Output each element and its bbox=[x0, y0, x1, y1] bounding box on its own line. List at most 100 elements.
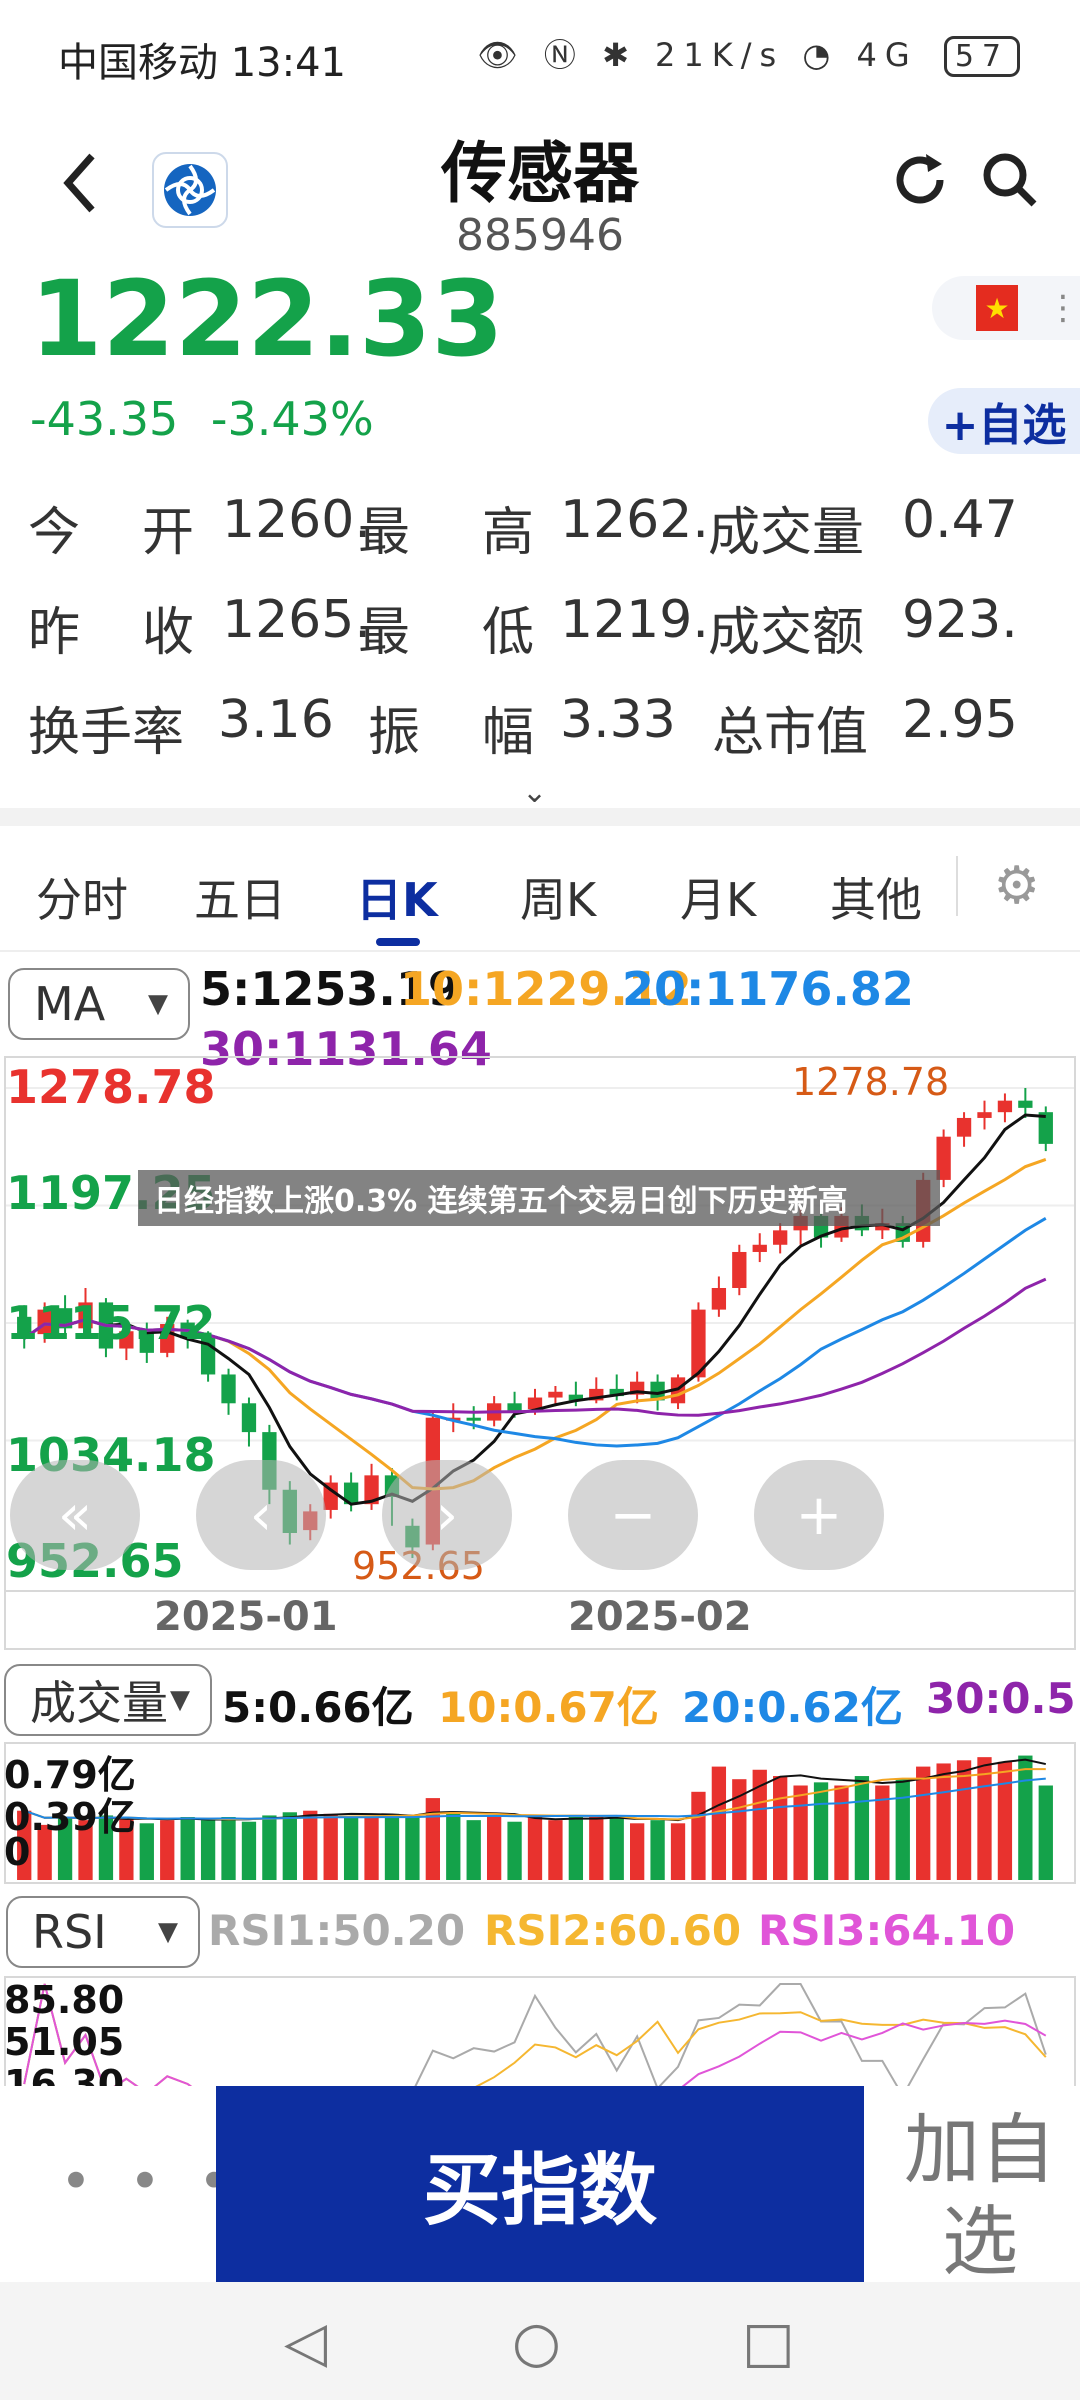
scroll-right-icon[interactable]: › bbox=[382, 1460, 512, 1570]
volume-bar bbox=[773, 1776, 788, 1880]
battery-icon: 57 bbox=[943, 36, 1020, 77]
vol10-label: 10:0.67亿 bbox=[438, 1683, 659, 1732]
news-banner[interactable]: 日经指数上涨0.3% 连续第五个交易日创下历史新高 bbox=[138, 1170, 940, 1226]
more-options-icon[interactable]: • • • bbox=[60, 2150, 240, 2213]
date-label: 2025-02 bbox=[568, 1594, 752, 1640]
system-nav-bar: ◁ ○ □ bbox=[0, 2282, 1080, 2400]
buy-index-button[interactable]: 买指数 bbox=[216, 2086, 864, 2282]
stat-value: 3.33 bbox=[560, 690, 676, 750]
tab-daily-k[interactable]: 日K bbox=[356, 864, 438, 930]
volume-bar bbox=[241, 1821, 257, 1880]
volume-bar bbox=[160, 1820, 175, 1880]
candle-body bbox=[752, 1244, 767, 1252]
add-watchlist-button[interactable]: +自选 bbox=[928, 388, 1080, 454]
volume-bar bbox=[936, 1763, 951, 1880]
stat-label: 总市值 bbox=[712, 703, 869, 763]
status-icons: 👁 Ⓝ ✱ 21K/s ◔ 4G 57 bbox=[477, 30, 1020, 77]
rsi-selector[interactable]: RSI ▼ bbox=[6, 1896, 200, 1968]
volume-bar bbox=[650, 1820, 665, 1880]
rsi1-label: RSI1:50.20 bbox=[208, 1906, 466, 1955]
stat-label: 收 bbox=[142, 603, 195, 663]
volume-selector[interactable]: 成交量 ▼ bbox=[4, 1664, 212, 1736]
volume-bar bbox=[180, 1817, 195, 1880]
volume-bar bbox=[793, 1785, 808, 1880]
rsi-selector-label: RSI bbox=[32, 1905, 107, 1959]
add-to-watchlist-button[interactable]: 加自选 bbox=[880, 2104, 1080, 2288]
volume-bar bbox=[997, 1761, 1013, 1880]
current-price: 1222.33 bbox=[30, 258, 504, 380]
rsi-panel[interactable] bbox=[4, 1976, 1076, 2086]
ma-selector[interactable]: MA ▼ bbox=[8, 968, 190, 1040]
stat-label: 昨 bbox=[28, 603, 81, 663]
zoom-in-icon[interactable]: + bbox=[754, 1460, 884, 1570]
active-tab-indicator bbox=[376, 938, 420, 946]
tab-five-day[interactable]: 五日 bbox=[194, 864, 286, 930]
candle-body bbox=[773, 1230, 788, 1245]
stat-label: 成交量 bbox=[708, 503, 865, 563]
date-axis: 2025-01 2025-02 bbox=[4, 1592, 1076, 1650]
high-price-marker: 1278.78 bbox=[792, 1060, 950, 1104]
rsi-axis-top: 85.80 bbox=[4, 1978, 125, 2022]
search-icon[interactable] bbox=[980, 150, 1040, 225]
tab-other[interactable]: 其他 bbox=[830, 864, 922, 930]
stat-value: 1260. bbox=[222, 490, 371, 550]
nav-home-icon[interactable]: ○ bbox=[512, 2310, 561, 2375]
price-axis-top: 1278.78 bbox=[6, 1060, 216, 1114]
volume-chart bbox=[17, 1755, 1053, 1880]
tab-monthly-k[interactable]: 月K bbox=[680, 864, 756, 930]
candle-body bbox=[977, 1112, 992, 1118]
candle-body bbox=[1018, 1100, 1033, 1108]
scroll-left-fast-icon[interactable]: « bbox=[10, 1460, 140, 1570]
tab-intraday[interactable]: 分时 bbox=[36, 864, 128, 930]
volume-ma10-line bbox=[23, 1768, 1046, 1821]
change-percent: -3.43% bbox=[210, 392, 374, 446]
tab-divider bbox=[956, 856, 958, 916]
rsi12-line bbox=[23, 1983, 1047, 2086]
more-vertical-icon[interactable]: ⋮ bbox=[1046, 288, 1080, 328]
stat-label: 高 bbox=[482, 503, 535, 563]
volume-bar bbox=[507, 1821, 522, 1880]
status-icon-group: 👁 Ⓝ ✱ 21K/s ◔ 4G bbox=[477, 36, 918, 74]
volume-bar bbox=[221, 1817, 236, 1880]
volume-bar bbox=[691, 1791, 706, 1880]
volume-bar bbox=[711, 1766, 727, 1880]
volume-bar bbox=[262, 1815, 277, 1880]
volume-bar bbox=[282, 1812, 297, 1880]
market-flag-box[interactable]: ★ ⋮ bbox=[932, 276, 1080, 340]
volume-bar bbox=[916, 1766, 931, 1880]
volume-selector-label: 成交量 bbox=[30, 1676, 168, 1730]
ma-selector-label: MA bbox=[34, 977, 106, 1031]
stat-label: 低 bbox=[482, 603, 535, 663]
tab-weekly-k[interactable]: 周K bbox=[520, 864, 596, 930]
volume-axis-bottom: 0 bbox=[4, 1830, 31, 1874]
stat-value: 923. bbox=[902, 590, 1018, 650]
rsi-axis-bottom: 16.30 bbox=[4, 2062, 125, 2086]
rsi-chart bbox=[23, 1983, 1047, 2086]
volume-bar bbox=[813, 1782, 829, 1880]
candle-body bbox=[732, 1251, 747, 1289]
ma20-label: 20:1176.82 bbox=[622, 962, 914, 1016]
scroll-left-icon[interactable]: ‹ bbox=[196, 1460, 326, 1570]
zoom-out-icon[interactable]: − bbox=[568, 1460, 698, 1570]
nav-recents-icon[interactable]: □ bbox=[742, 2310, 795, 2375]
rsi6-line bbox=[23, 1983, 1047, 2086]
expand-chevron-icon[interactable]: ⌄ bbox=[522, 775, 547, 810]
nav-back-icon[interactable]: ◁ bbox=[284, 2310, 327, 2375]
price-change: -43.35 -3.43% bbox=[30, 392, 374, 446]
volume-bar bbox=[384, 1813, 400, 1880]
volume-bar bbox=[139, 1823, 154, 1880]
candle-body bbox=[548, 1391, 563, 1398]
stat-value: 1265. bbox=[222, 590, 371, 650]
candle-body bbox=[241, 1403, 257, 1433]
volume-bar bbox=[854, 1776, 870, 1880]
volume-bar bbox=[589, 1817, 604, 1880]
gear-icon[interactable]: ⚙ bbox=[993, 856, 1040, 916]
volume-bar bbox=[343, 1817, 359, 1880]
volume-bar bbox=[303, 1810, 318, 1880]
chart-tabs: 分时 五日 日K 周K 月K 其他 ⚙ bbox=[0, 826, 1080, 952]
dropdown-caret-icon: ▼ bbox=[148, 989, 168, 1019]
volume-panel[interactable] bbox=[4, 1742, 1076, 1884]
volume-bar bbox=[446, 1813, 461, 1880]
status-bar: 中国移动 13:41 👁 Ⓝ ✱ 21K/s ◔ 4G 57 bbox=[0, 0, 1080, 110]
refresh-icon[interactable] bbox=[890, 150, 950, 225]
